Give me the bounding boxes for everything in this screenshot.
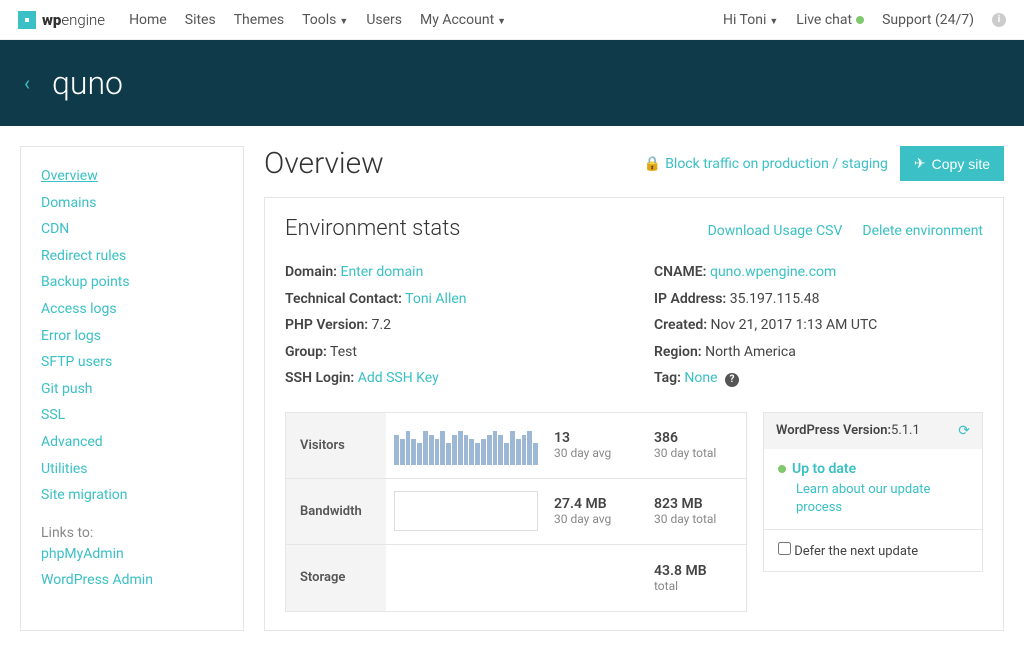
sidebar-links-to-label: Links to: (41, 525, 223, 541)
visitors-total-sub: 30 day total (654, 446, 738, 460)
visitors-avg: 13 (554, 430, 638, 446)
chevron-down-icon: ▼ (769, 17, 778, 27)
php-value: 7.2 (372, 317, 391, 333)
bandwidth-avg-sub: 30 day avg (554, 512, 638, 526)
visitors-label: Visitors (286, 413, 386, 478)
contact-value[interactable]: Toni Allen (405, 291, 466, 307)
refresh-icon[interactable]: ⟳ (958, 423, 970, 439)
sidebar-item-sftp-users[interactable]: SFTP users (41, 349, 223, 376)
sidebar-item-error-logs[interactable]: Error logs (41, 323, 223, 350)
sidebar-item-overview[interactable]: Overview (41, 163, 223, 190)
page-title: Overview (264, 146, 644, 181)
visitors-chart (386, 413, 546, 478)
cname-label: CNAME: (654, 264, 707, 280)
wp-status: Up to date (792, 461, 856, 477)
copy-site-button[interactable]: ✈Copy site (900, 146, 1004, 181)
nav-themes[interactable]: Themes (234, 12, 284, 28)
sidebar-item-backup-points[interactable]: Backup points (41, 269, 223, 296)
sidebar-item-utilities[interactable]: Utilities (41, 456, 223, 483)
nav-users[interactable]: Users (366, 12, 402, 28)
sidebar-item-redirect-rules[interactable]: Redirect rules (41, 243, 223, 270)
defer-checkbox-input[interactable] (778, 542, 791, 555)
created-value: Nov 21, 2017 1:13 AM UTC (711, 317, 878, 333)
sidebar-item-cdn[interactable]: CDN (41, 216, 223, 243)
paper-plane-icon: ✈ (914, 155, 926, 172)
wp-version: 5.1.1 (891, 423, 920, 438)
sidebar-item-git-push[interactable]: Git push (41, 376, 223, 403)
sidebar-link-phpmyadmin[interactable]: phpMyAdmin (41, 541, 223, 568)
storage-total: 43.8 MB (654, 563, 738, 579)
storage-chart (386, 545, 546, 611)
sidebar-item-domains[interactable]: Domains (41, 190, 223, 217)
chevron-down-icon: ▼ (497, 17, 506, 27)
ssh-value[interactable]: Add SSH Key (358, 370, 439, 386)
help-icon[interactable]: ? (725, 373, 739, 387)
sidebar-link-wpadmin[interactable]: WordPress Admin (41, 567, 223, 594)
storage-total-sub: total (654, 579, 738, 593)
sidebar-item-ssl[interactable]: SSL (41, 402, 223, 429)
sidebar-item-access-logs[interactable]: Access logs (41, 296, 223, 323)
bandwidth-total: 823 MB (654, 496, 738, 512)
visitors-total: 386 (654, 430, 738, 446)
php-label: PHP Version: (285, 317, 368, 333)
site-name: quno (52, 64, 123, 102)
stats-table: Visitors 1330 day avg 38630 day total Ba… (285, 412, 747, 612)
learn-update-link[interactable]: Learn about our update process (796, 481, 968, 517)
block-traffic-link[interactable]: 🔒Block traffic on production / staging (644, 156, 888, 172)
cname-value[interactable]: quno.wpengine.com (710, 264, 836, 280)
panel-title: Environment stats (285, 216, 708, 241)
bandwidth-chart (386, 479, 546, 544)
bandwidth-avg: 27.4 MB (554, 496, 638, 512)
contact-label: Technical Contact: (285, 291, 402, 307)
bandwidth-label: Bandwidth (286, 479, 386, 544)
nav-sites[interactable]: Sites (185, 12, 216, 28)
support-link[interactable]: Support (24/7) (882, 12, 974, 28)
top-right: Hi Toni▼ Live chat Support (24/7) i (723, 12, 1006, 28)
back-icon[interactable]: ‹ (24, 71, 30, 95)
nav-account[interactable]: My Account▼ (420, 12, 506, 28)
logo[interactable]: wpengine (18, 11, 105, 29)
lock-icon: 🔒 (644, 156, 661, 172)
sidebar-item-advanced[interactable]: Advanced (41, 429, 223, 456)
wp-version-label: WordPress Version: (776, 423, 891, 438)
tag-label: Tag: (654, 370, 681, 386)
ip-value: 35.197.115.48 (730, 291, 820, 307)
visitors-avg-sub: 30 day avg (554, 446, 638, 460)
sidebar-item-site-migration[interactable]: Site migration (41, 482, 223, 509)
region-value: North America (705, 344, 796, 360)
domain-value[interactable]: Enter domain (340, 264, 423, 280)
group-value: Test (330, 344, 357, 360)
chevron-down-icon: ▼ (339, 17, 348, 27)
bandwidth-total-sub: 30 day total (654, 512, 738, 526)
delete-environment-link[interactable]: Delete environment (862, 223, 983, 239)
domain-label: Domain: (285, 264, 337, 280)
ip-label: IP Address: (654, 291, 726, 307)
created-label: Created: (654, 317, 707, 333)
user-greeting[interactable]: Hi Toni▼ (723, 12, 778, 28)
download-csv-link[interactable]: Download Usage CSV (708, 223, 843, 239)
top-nav: Home Sites Themes Tools▼ Users My Accoun… (129, 12, 723, 28)
info-icon[interactable]: i (992, 13, 1006, 27)
env-stats-panel: Environment stats Download Usage CSV Del… (264, 197, 1004, 631)
group-label: Group: (285, 344, 327, 360)
main-content: Overview 🔒Block traffic on production / … (264, 146, 1004, 631)
tag-value[interactable]: None (684, 370, 717, 386)
region-label: Region: (654, 344, 702, 360)
ssh-label: SSH Login: (285, 370, 354, 386)
page-subheader: ‹ quno (0, 40, 1024, 126)
logo-text: wpengine (42, 11, 105, 29)
nav-tools[interactable]: Tools▼ (302, 12, 348, 28)
storage-label: Storage (286, 545, 386, 611)
live-chat[interactable]: Live chat (796, 12, 864, 28)
wordpress-card: WordPress Version: 5.1.1 ⟳ Up to date Le… (763, 412, 983, 572)
sidebar: Overview Domains CDN Redirect rules Back… (20, 146, 244, 631)
wpengine-logo-icon (18, 11, 36, 29)
defer-update-checkbox[interactable]: Defer the next update (778, 544, 918, 559)
nav-home[interactable]: Home (129, 12, 167, 28)
status-online-icon (856, 16, 864, 24)
topbar: wpengine Home Sites Themes Tools▼ Users … (0, 0, 1024, 40)
status-up-icon (778, 465, 786, 473)
